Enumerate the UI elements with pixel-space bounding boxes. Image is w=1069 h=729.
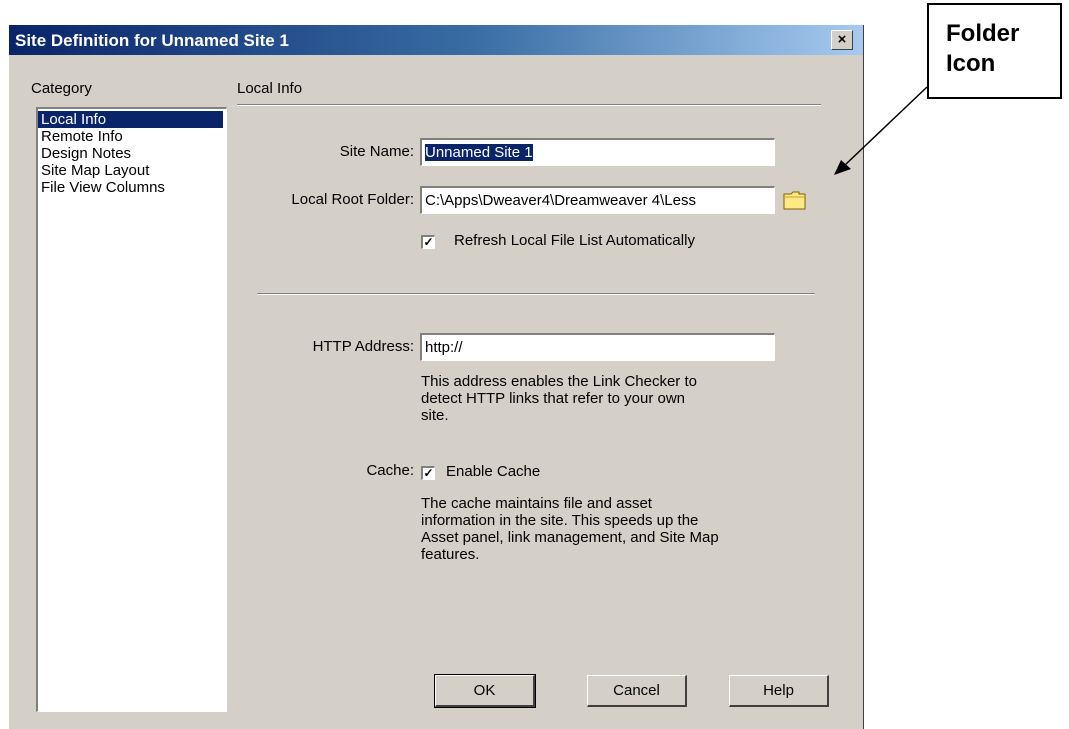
- site-definition-dialog: Site Definition for Unnamed Site 1 × Cat…: [8, 25, 864, 729]
- category-list[interactable]: Local Info Remote Info Design Notes Site…: [36, 107, 227, 712]
- http-address-label: HTTP Address:: [312, 338, 414, 355]
- cache-desc-line: information in the site. This speeds up …: [421, 512, 699, 529]
- section-title: Local Info: [237, 80, 303, 97]
- callout-line: Folder: [946, 20, 1020, 47]
- local-root-folder-label: Local Root Folder:: [291, 191, 414, 208]
- section-divider-mid: [257, 293, 815, 295]
- cache-label: Cache:: [366, 462, 414, 479]
- cache-desc-line: The cache maintains file and asset: [421, 495, 652, 512]
- close-icon[interactable]: ×: [831, 30, 853, 50]
- local-root-folder-input[interactable]: C:\Apps\Dweaver4\Dreamweaver 4\Less: [420, 186, 775, 214]
- http-desc-line: This address enables the Link Checker to: [421, 373, 697, 390]
- category-item-design-notes[interactable]: Design Notes: [38, 145, 226, 162]
- cache-desc-line: Asset panel, link management, and Site M…: [421, 529, 719, 546]
- folder-icon-callout: Folder Icon: [927, 3, 1062, 99]
- section-divider: [237, 104, 821, 106]
- window-title: Site Definition for Unnamed Site 1: [15, 31, 289, 50]
- http-desc-line: detect HTTP links that refer to your own: [421, 390, 686, 407]
- category-label: Category: [31, 80, 92, 97]
- cache-desc-line: features.: [421, 546, 480, 563]
- category-item-file-view-columns[interactable]: File View Columns: [38, 179, 226, 196]
- http-address-input[interactable]: http://: [420, 333, 775, 361]
- category-item-local-info[interactable]: Local Info: [38, 111, 223, 128]
- cancel-button[interactable]: Cancel: [587, 675, 687, 707]
- callout-text: Folder Icon: [946, 19, 1019, 79]
- enable-cache-label: Enable Cache: [446, 463, 541, 480]
- http-description: This address enables the Link Checker to…: [421, 373, 751, 424]
- site-name-value: Unnamed Site 1: [425, 144, 533, 161]
- http-desc-line: site.: [421, 407, 449, 424]
- enable-cache-checkbox[interactable]: ✓: [421, 466, 435, 480]
- refresh-checkbox[interactable]: ✓: [421, 235, 435, 249]
- title-bar: Site Definition for Unnamed Site 1 ×: [9, 25, 863, 55]
- ok-button[interactable]: OK: [434, 674, 536, 708]
- refresh-label: Refresh Local File List Automatically: [454, 232, 695, 249]
- site-name-input[interactable]: Unnamed Site 1: [420, 138, 775, 166]
- category-item-site-map-layout[interactable]: Site Map Layout: [38, 162, 226, 179]
- callout-arrow: [834, 86, 928, 175]
- callout-line: Icon: [946, 50, 996, 77]
- site-name-label: Site Name:: [339, 143, 414, 160]
- help-button[interactable]: Help: [729, 675, 829, 707]
- folder-icon[interactable]: [782, 189, 808, 211]
- category-item-remote-info[interactable]: Remote Info: [38, 128, 226, 145]
- cache-description: The cache maintains file and asset infor…: [421, 495, 781, 563]
